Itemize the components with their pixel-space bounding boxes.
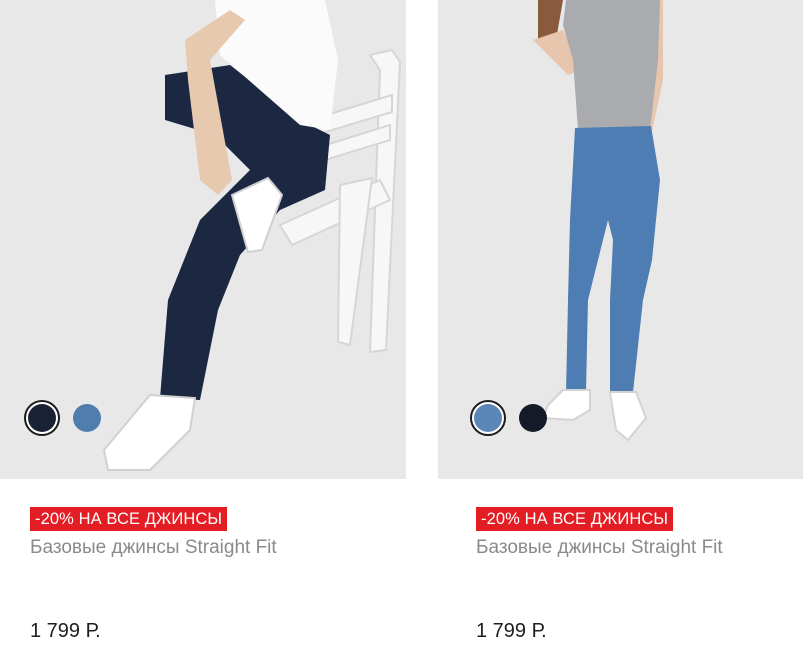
color-swatch-light-blue[interactable]: [72, 403, 102, 433]
promo-badge[interactable]: -20% НА ВСЕ ДЖИНСЫ: [30, 507, 228, 531]
product-card[interactable]: -20% НА ВСЕ ДЖИНСЫ Базовые джинсы Straig…: [0, 0, 406, 658]
color-swatches: [24, 400, 102, 436]
color-swatch-dark-blue[interactable]: [518, 403, 548, 433]
product-price: 1 799 Р.: [476, 620, 547, 642]
product-title[interactable]: Базовые джинсы Straight Fit: [476, 537, 723, 559]
product-photo[interactable]: [0, 0, 406, 479]
product-card[interactable]: -20% НА ВСЕ ДЖИНСЫ Базовые джинсы Straig…: [438, 0, 803, 658]
product-title[interactable]: Базовые джинсы Straight Fit: [30, 537, 277, 559]
color-swatches: [470, 400, 548, 436]
color-swatch-dark-blue[interactable]: [24, 400, 60, 436]
product-price: 1 799 Р.: [30, 620, 101, 642]
product-photo[interactable]: [438, 0, 803, 479]
color-swatch-light-blue[interactable]: [470, 400, 506, 436]
promo-badge[interactable]: -20% НА ВСЕ ДЖИНСЫ: [476, 507, 674, 531]
